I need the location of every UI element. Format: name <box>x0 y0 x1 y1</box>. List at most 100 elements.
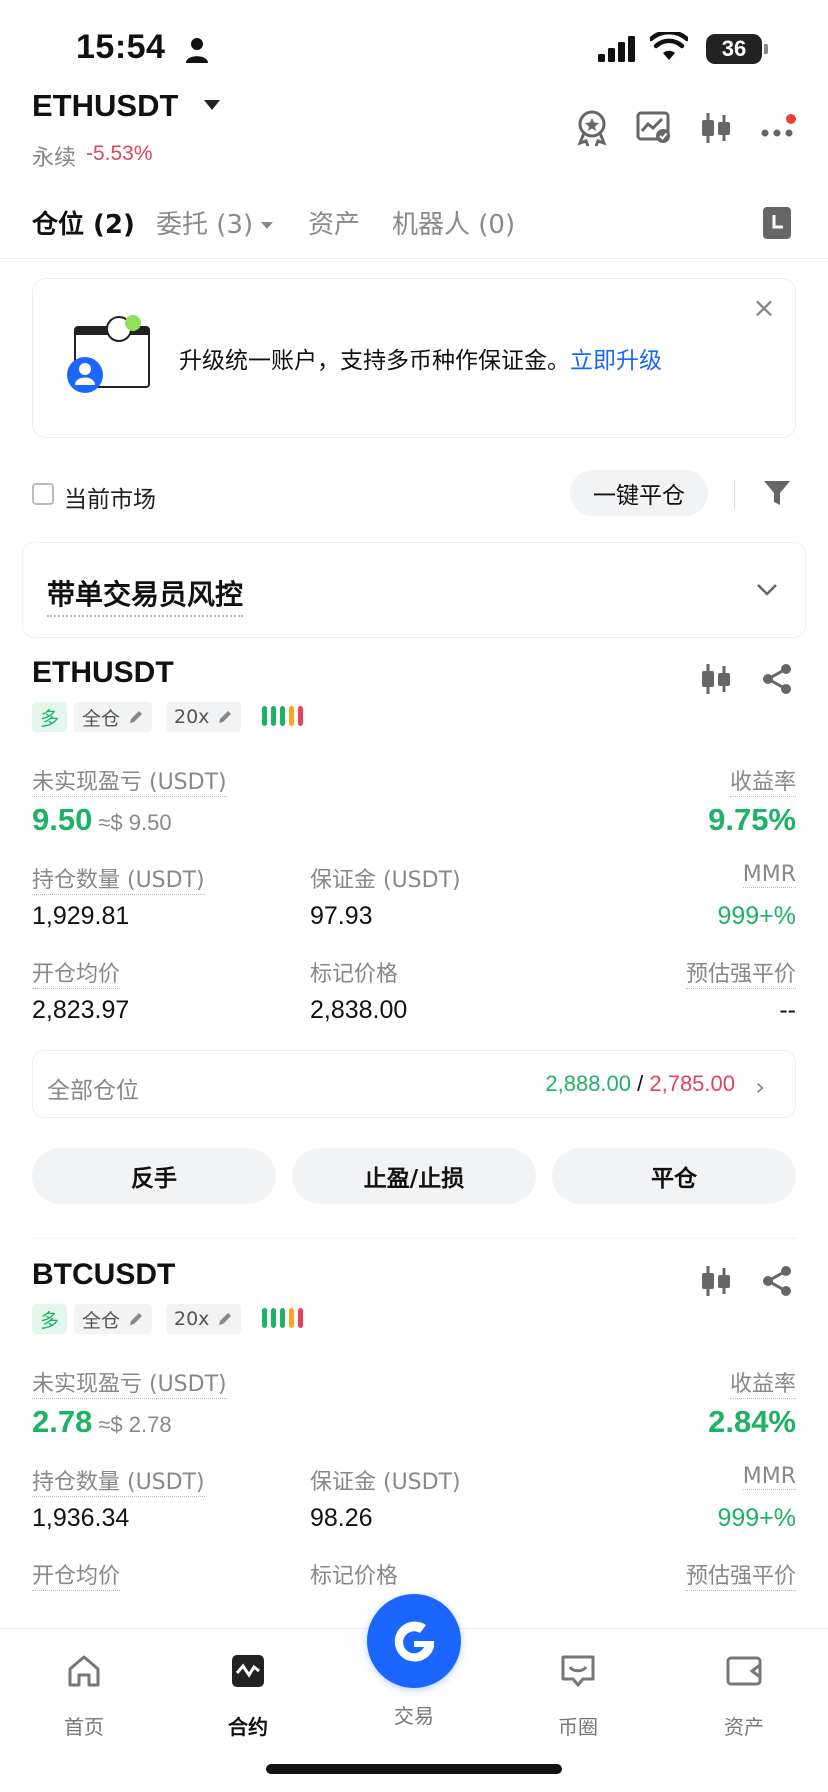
chart-check-icon[interactable] <box>634 108 674 148</box>
mmr-label: MMR <box>742 1464 796 1490</box>
wallet-icon <box>726 1656 762 1686</box>
upgrade-banner: 升级统一账户，支持多币种作保证金。立即升级 × <box>32 278 796 438</box>
tab-assets[interactable]: 资产 <box>308 204 360 241</box>
mmr-value: 999+% <box>717 902 796 930</box>
contract-type: 永续 <box>32 146 77 171</box>
filter-icon[interactable] <box>762 478 792 508</box>
nav-assets[interactable]: 资产 <box>684 1651 804 1740</box>
trader-risk-control-row[interactable]: 带单交易员风控 <box>22 542 806 638</box>
risk-bar <box>280 1308 285 1328</box>
share-icon[interactable] <box>760 662 794 696</box>
risk-bar <box>280 706 285 726</box>
tabs-divider <box>0 258 828 259</box>
close-icon[interactable]: × <box>749 293 779 323</box>
unrealized-pnl-value: 2.78 <box>32 1404 93 1439</box>
position-card-ethusdt: ETHUSDT 多 全仓 20x 未实现盈亏 (USDT) 9.50 ≈$ 9.5… <box>0 656 828 1239</box>
trade-button[interactable] <box>367 1594 461 1688</box>
entry-price-value: 2,823.97 <box>32 996 130 1024</box>
symbol-title[interactable]: ETHUSDT <box>32 88 178 124</box>
leverage-tag[interactable]: 20x <box>166 702 242 732</box>
roe-value: 9.75% <box>708 802 796 837</box>
stop-loss-value: 2,785.00 <box>649 1071 735 1096</box>
leverage-tag[interactable]: 20x <box>166 1304 242 1334</box>
close-all-button[interactable]: 一键平仓 <box>570 470 708 516</box>
trade-icon <box>394 1621 434 1662</box>
risk-bar <box>271 1308 276 1328</box>
edit-icon <box>219 711 232 723</box>
award-icon[interactable] <box>572 108 612 148</box>
size-value: 1,929.81 <box>32 902 130 930</box>
size-label: 持仓数量 (USDT) <box>32 1464 205 1497</box>
battery-indicator: 36 <box>706 34 768 64</box>
margin-mode-label: 全仓 <box>82 707 121 730</box>
unrealized-pnl-label: 未实现盈亏 (USDT) <box>32 764 227 797</box>
share-icon[interactable] <box>760 1264 794 1298</box>
risk-bar <box>271 706 276 726</box>
nav-home-label: 首页 <box>64 1715 104 1739</box>
tab-bots[interactable]: 机器人 (0) <box>392 204 515 241</box>
price-change: -5.53% <box>86 142 153 165</box>
margin-mode-label: 全仓 <box>82 1309 121 1332</box>
entry-price-label: 开仓均价 <box>32 1558 121 1591</box>
position-card-btcusdt: BTCUSDT 多 全仓 20x 未实现盈亏 (USDT) 2.78 ≈$ 2.7… <box>0 1258 828 1598</box>
close-position-button[interactable]: 平仓 <box>552 1148 796 1204</box>
margin-value: 98.26 <box>310 1504 373 1532</box>
take-profit-value: 2,888.00 <box>545 1071 632 1096</box>
edit-icon <box>130 711 143 723</box>
candlestick-icon[interactable] <box>698 662 734 696</box>
position-symbol[interactable]: ETHUSDT <box>32 656 174 690</box>
mark-price-value: 2,838.00 <box>310 996 408 1024</box>
current-market-label[interactable]: 当前市场 <box>64 480 156 514</box>
more-icon[interactable] <box>758 108 798 148</box>
tab-orders[interactable]: 委托 (3) <box>156 204 274 241</box>
wifi-icon <box>650 32 688 60</box>
nav-community[interactable]: 币圈 <box>518 1651 638 1740</box>
edit-icon <box>130 1313 143 1325</box>
candlestick-icon[interactable] <box>696 108 736 148</box>
unrealized-pnl-usd: ≈$ 9.50 <box>98 810 172 835</box>
nav-futures[interactable]: 合约 <box>188 1651 308 1740</box>
history-icon[interactable] <box>762 206 792 240</box>
risk-bar <box>262 706 267 726</box>
mark-price-label: 标记价格 <box>310 1564 399 1589</box>
nav-home[interactable]: 首页 <box>24 1651 144 1740</box>
leverage-label: 20x <box>174 706 210 728</box>
risk-bar <box>289 706 294 726</box>
symbol-dropdown-caret-icon[interactable] <box>204 100 220 110</box>
risk-bar <box>262 1308 267 1328</box>
mmr-value: 999+% <box>717 1504 796 1532</box>
all-positions-tpsl-row[interactable]: 全部仓位 2,888.00 / 2,785.00 › <box>32 1050 796 1118</box>
unrealized-pnl-label: 未实现盈亏 (USDT) <box>32 1366 227 1399</box>
entry-price-label: 开仓均价 <box>32 956 121 989</box>
tab-positions[interactable]: 仓位 (2) <box>32 204 135 241</box>
risk-control-title: 带单交易员风控 <box>47 573 244 617</box>
upgrade-now-link[interactable]: 立即升级 <box>570 348 662 374</box>
nav-futures-label: 合约 <box>228 1715 268 1739</box>
position-symbol[interactable]: BTCUSDT <box>32 1258 175 1292</box>
signal-icon <box>598 36 635 62</box>
tpsl-separator: / <box>631 1071 650 1096</box>
margin-mode-tag[interactable]: 全仓 <box>74 702 153 732</box>
reverse-button[interactable]: 反手 <box>32 1148 276 1204</box>
tpsl-values: 2,888.00 / 2,785.00 <box>545 1071 735 1097</box>
leverage-label: 20x <box>174 1308 210 1330</box>
liq-price-label: 预估强平价 <box>685 1558 796 1591</box>
chevron-down-icon <box>261 222 274 229</box>
current-market-checkbox[interactable] <box>32 483 54 505</box>
tpsl-button[interactable]: 止盈/止损 <box>292 1148 536 1204</box>
nav-trade-label[interactable]: 交易 <box>354 1700 474 1729</box>
size-value: 1,936.34 <box>32 1504 130 1532</box>
banner-text: 升级统一账户，支持多币种作保证金。 <box>179 348 570 374</box>
risk-bar <box>298 1308 303 1328</box>
home-icon <box>68 1655 100 1687</box>
candlestick-icon[interactable] <box>698 1264 734 1298</box>
tab-orders-label: 委托 (3) <box>156 210 254 240</box>
liq-price-label: 预估强平价 <box>685 956 796 989</box>
risk-level-bars <box>262 706 303 726</box>
margin-mode-tag[interactable]: 全仓 <box>74 1304 153 1334</box>
all-positions-label: 全部仓位 <box>47 1078 139 1104</box>
roe-label: 收益率 <box>729 764 796 797</box>
nav-community-label: 币圈 <box>558 1715 598 1739</box>
risk-bar <box>289 1308 294 1328</box>
nav-assets-label: 资产 <box>724 1715 764 1739</box>
